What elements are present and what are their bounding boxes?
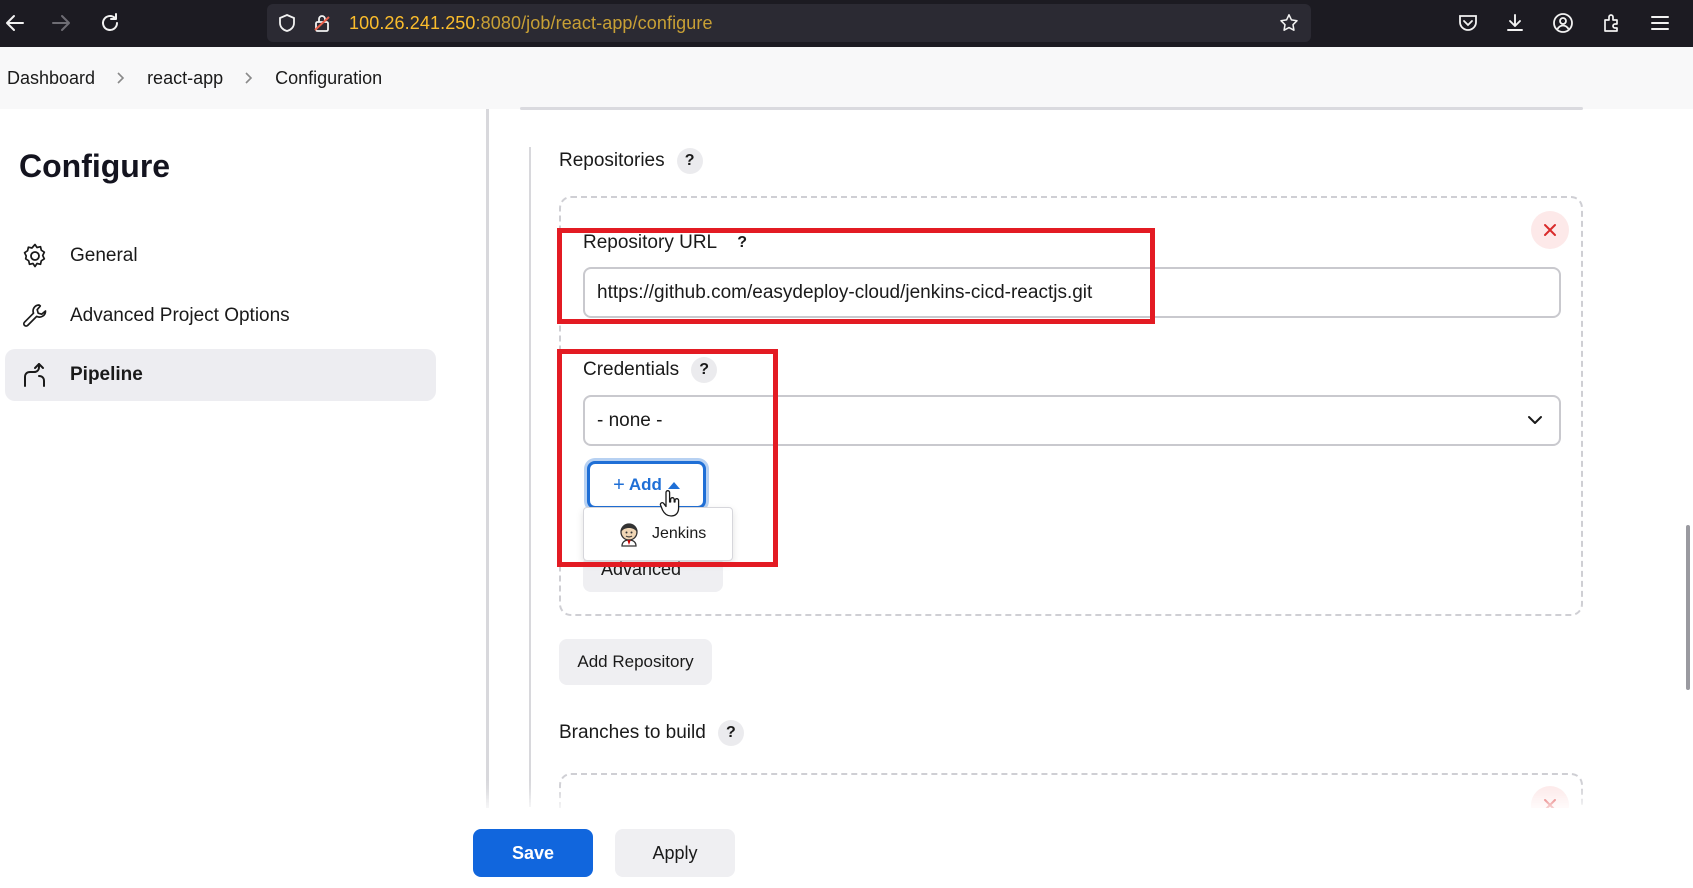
hand-cursor-icon	[659, 490, 681, 523]
account-icon[interactable]	[1548, 8, 1578, 38]
extensions-icon[interactable]	[1597, 8, 1627, 38]
chevron-right-icon	[243, 71, 255, 85]
insecure-lock-icon[interactable]	[312, 13, 332, 33]
help-icon[interactable]: ?	[676, 148, 703, 174]
repositories-label: Repositories ?	[559, 148, 703, 174]
breadcrumb: Dashboard react-app Configuration	[0, 47, 1693, 109]
branches-label: Branches to build ?	[559, 720, 744, 746]
sidebar-item-advanced-project-options[interactable]: Advanced Project Options	[5, 290, 436, 342]
sidebar-item-label: Pipeline	[70, 364, 143, 385]
breadcrumb-react-app[interactable]: react-app	[147, 68, 223, 89]
sidebar-item-general[interactable]: General	[5, 230, 436, 282]
chevron-right-icon	[115, 71, 127, 85]
downloads-icon[interactable]	[1500, 8, 1530, 38]
add-repository-button[interactable]: Add Repository	[559, 639, 712, 685]
highlight-repository-url	[557, 228, 1155, 324]
url-host: 100.26.241.250	[349, 13, 476, 33]
reload-icon[interactable]	[95, 8, 125, 38]
browser-toolbar: 100.26.241.250:8080/job/react-app/config…	[0, 0, 1693, 47]
pipeline-icon	[20, 360, 50, 390]
branches-label-text: Branches to build	[559, 722, 706, 743]
menu-icon[interactable]	[1645, 8, 1675, 38]
sidebar-divider	[486, 109, 489, 809]
gear-icon	[20, 241, 50, 271]
sidebar-item-label: General	[70, 245, 138, 266]
url-path: :8080/job/react-app/configure	[475, 13, 713, 33]
shield-icon[interactable]	[277, 13, 297, 33]
url-text: 100.26.241.250:8080/job/react-app/config…	[349, 13, 713, 34]
close-icon	[1544, 224, 1556, 236]
breadcrumb-dashboard[interactable]: Dashboard	[7, 68, 95, 89]
forward-icon[interactable]	[46, 8, 76, 38]
bookmark-star-icon[interactable]	[1279, 13, 1299, 33]
sidebar-item-pipeline[interactable]: Pipeline	[5, 349, 436, 401]
scrollbar-thumb[interactable]	[1686, 525, 1690, 690]
sidebar-item-label: Advanced Project Options	[70, 305, 290, 326]
address-bar[interactable]: 100.26.241.250:8080/job/react-app/config…	[267, 4, 1311, 42]
help-icon[interactable]: ?	[717, 720, 744, 746]
highlight-credentials	[557, 349, 778, 567]
pocket-icon[interactable]	[1453, 8, 1483, 38]
page-title: Configure	[19, 148, 171, 184]
apply-button[interactable]: Apply	[615, 829, 735, 877]
repositories-label-text: Repositories	[559, 150, 665, 171]
save-button[interactable]: Save	[473, 829, 593, 877]
section-top-rule	[520, 107, 1583, 110]
remove-repository-button[interactable]	[1531, 211, 1569, 249]
back-icon[interactable]	[0, 8, 30, 38]
section-indent-line	[529, 147, 531, 807]
wrench-icon	[20, 301, 50, 331]
chevron-down-icon	[1525, 410, 1545, 436]
breadcrumb-configuration[interactable]: Configuration	[275, 68, 382, 89]
